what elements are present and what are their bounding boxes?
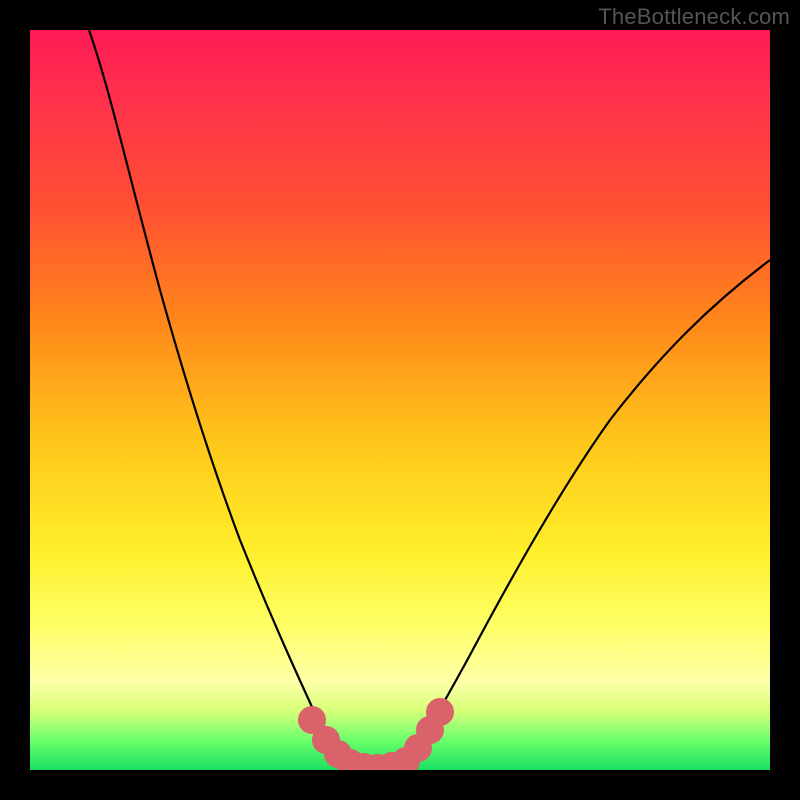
right-curve	[405, 260, 770, 762]
left-curve	[89, 30, 345, 762]
watermark-text: TheBottleneck.com	[598, 4, 790, 30]
chart-frame: TheBottleneck.com	[0, 0, 800, 800]
plot-area	[30, 30, 770, 770]
valley-highlight	[305, 705, 447, 770]
curve-layer	[30, 30, 770, 770]
